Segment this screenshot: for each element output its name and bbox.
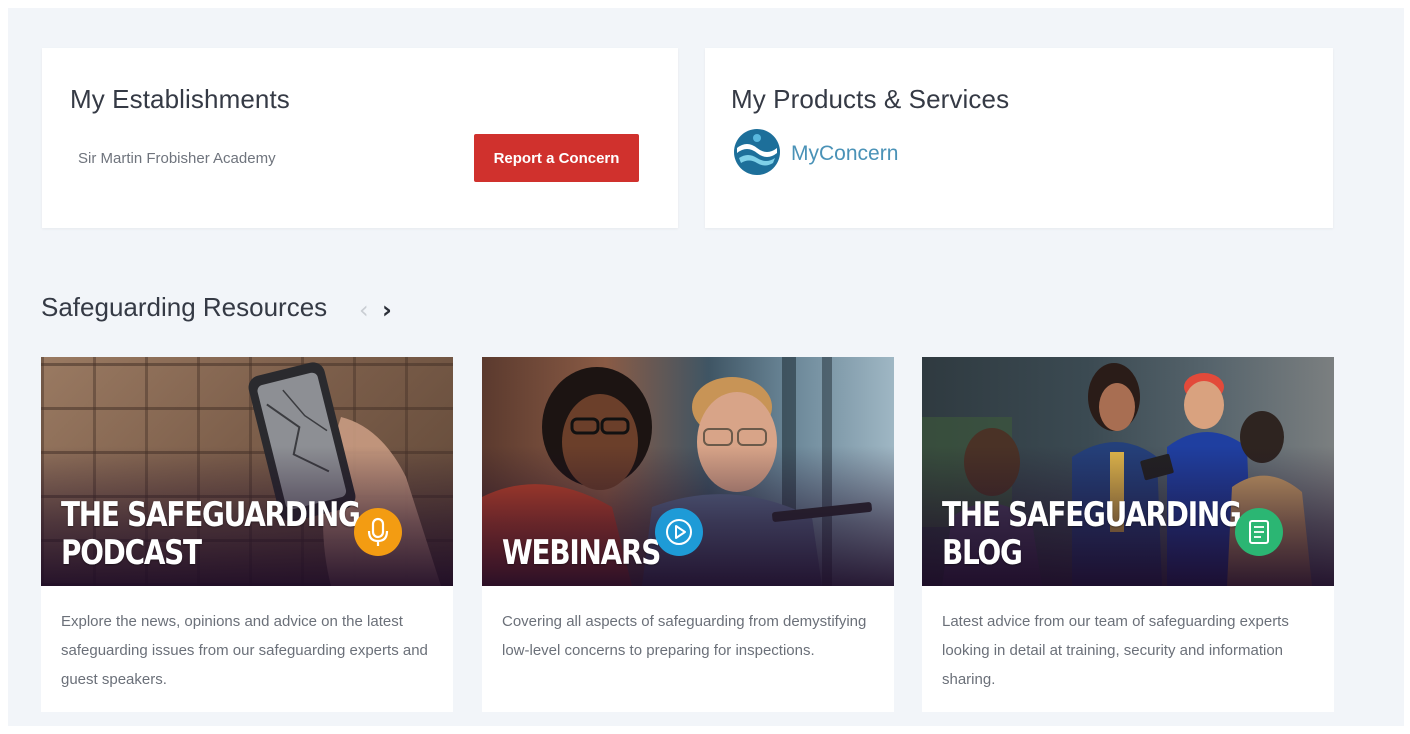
resources-title: Safeguarding Resources <box>41 292 328 322</box>
report-concern-button[interactable]: Report a Concern <box>474 134 639 182</box>
products-panel: My Products & Services MyConcern <box>705 48 1333 228</box>
podcast-card-title: THE SAFEGUARDING PODCAST <box>61 495 361 573</box>
document-icon <box>1249 520 1269 544</box>
microphone-icon <box>367 517 389 546</box>
resource-card-blog[interactable]: THE SAFEGUARDING BLOG Latest advice from… <box>922 357 1334 712</box>
webinars-card-title: WEBINARS <box>502 533 661 573</box>
blog-title-line-2: BLOG <box>942 533 1023 573</box>
establishments-title: My Establishments <box>70 84 290 114</box>
blog-card-title: THE SAFEGUARDING BLOG <box>942 495 1242 573</box>
play-icon <box>666 519 692 545</box>
chevron-right-icon: › <box>382 296 392 324</box>
blog-image: THE SAFEGUARDING BLOG <box>922 357 1334 586</box>
webinars-title-line-1: WEBINARS <box>502 533 661 573</box>
resource-card-podcast[interactable]: THE SAFEGUARDING PODCAST Explore the new… <box>41 357 453 712</box>
podcast-badge <box>354 508 402 556</box>
establishment-name[interactable]: Sir Martin Frobisher Academy <box>78 150 276 167</box>
chevron-left-icon: ‹ <box>359 296 369 324</box>
myconcern-logo-icon <box>734 129 780 175</box>
dashboard-page: My Establishments Sir Martin Frobisher A… <box>8 8 1404 726</box>
podcast-description: Explore the news, opinions and advice on… <box>61 613 428 688</box>
podcast-title-line-1: THE SAFEGUARDING <box>61 495 361 535</box>
webinars-image: WEBINARS <box>482 357 894 586</box>
carousel-next-button[interactable]: › <box>382 296 392 324</box>
podcast-image: THE SAFEGUARDING PODCAST <box>41 357 453 586</box>
webinars-description: Covering all aspects of safeguarding fro… <box>502 613 867 659</box>
resource-card-webinars[interactable]: WEBINARS Covering all aspects of safegua… <box>482 357 894 712</box>
blog-description: Latest advice from our team of safeguard… <box>942 613 1289 688</box>
establishments-panel: My Establishments Sir Martin Frobisher A… <box>42 48 678 228</box>
carousel-prev-button[interactable]: ‹ <box>359 296 369 324</box>
webinars-badge <box>655 508 703 556</box>
products-title: My Products & Services <box>731 84 1010 114</box>
podcast-title-line-2: PODCAST <box>61 533 202 573</box>
myconcern-label: MyConcern <box>791 142 899 165</box>
blog-title-line-1: THE SAFEGUARDING <box>942 495 1242 535</box>
blog-badge <box>1235 508 1283 556</box>
